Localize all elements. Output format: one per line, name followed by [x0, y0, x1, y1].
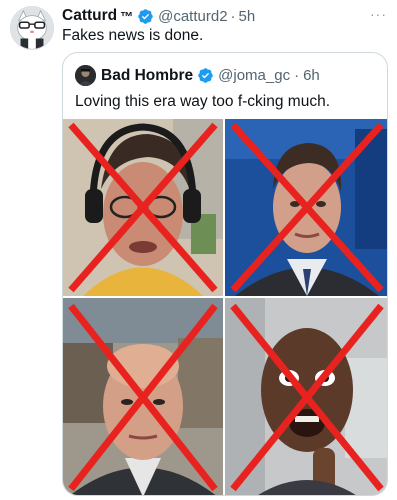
media-image[interactable]	[225, 298, 387, 495]
media-grid	[63, 119, 387, 495]
media-image[interactable]	[225, 119, 387, 296]
tweet[interactable]: Catturd ™ @catturd2 · 5h ··· Fakes news …	[0, 0, 397, 500]
avatar[interactable]	[10, 6, 54, 50]
person-suit-blue-photo	[225, 119, 387, 296]
verified-badge-icon	[138, 8, 153, 24]
verified-badge-icon	[198, 68, 213, 83]
more-icon[interactable]: ···	[370, 6, 387, 22]
separator-dot: ·	[230, 7, 236, 25]
quoted-author-handle[interactable]: @joma_gc	[218, 67, 290, 84]
profile-photo-icon	[75, 65, 96, 86]
timestamp[interactable]: 5h	[239, 8, 256, 25]
quoted-author-name[interactable]: Bad Hombre	[101, 67, 193, 85]
tweet-text: Fakes news is done.	[62, 27, 204, 44]
person-headphones-photo	[63, 119, 223, 296]
person-bald-photo	[63, 298, 223, 495]
author-handle[interactable]: @catturd2	[158, 8, 227, 25]
quoted-timestamp[interactable]: 6h	[303, 67, 320, 84]
cat-avatar-icon	[11, 7, 53, 49]
author-name[interactable]: Catturd	[62, 7, 117, 25]
tweet-header: Catturd ™ @catturd2 · 5h	[62, 6, 255, 26]
person-surprised-photo	[225, 298, 387, 495]
quoted-tweet[interactable]: Bad Hombre @joma_gc · 6h Loving this era…	[62, 52, 388, 496]
quoted-tweet-header: Bad Hombre @joma_gc · 6h	[75, 65, 320, 86]
separator-dot: ·	[294, 67, 300, 84]
quoted-tweet-text: Loving this era way too f-cking much.	[75, 93, 331, 110]
media-image[interactable]	[63, 119, 223, 296]
quoted-avatar[interactable]	[75, 65, 96, 86]
trademark: ™	[120, 8, 134, 24]
media-image[interactable]	[63, 298, 223, 495]
